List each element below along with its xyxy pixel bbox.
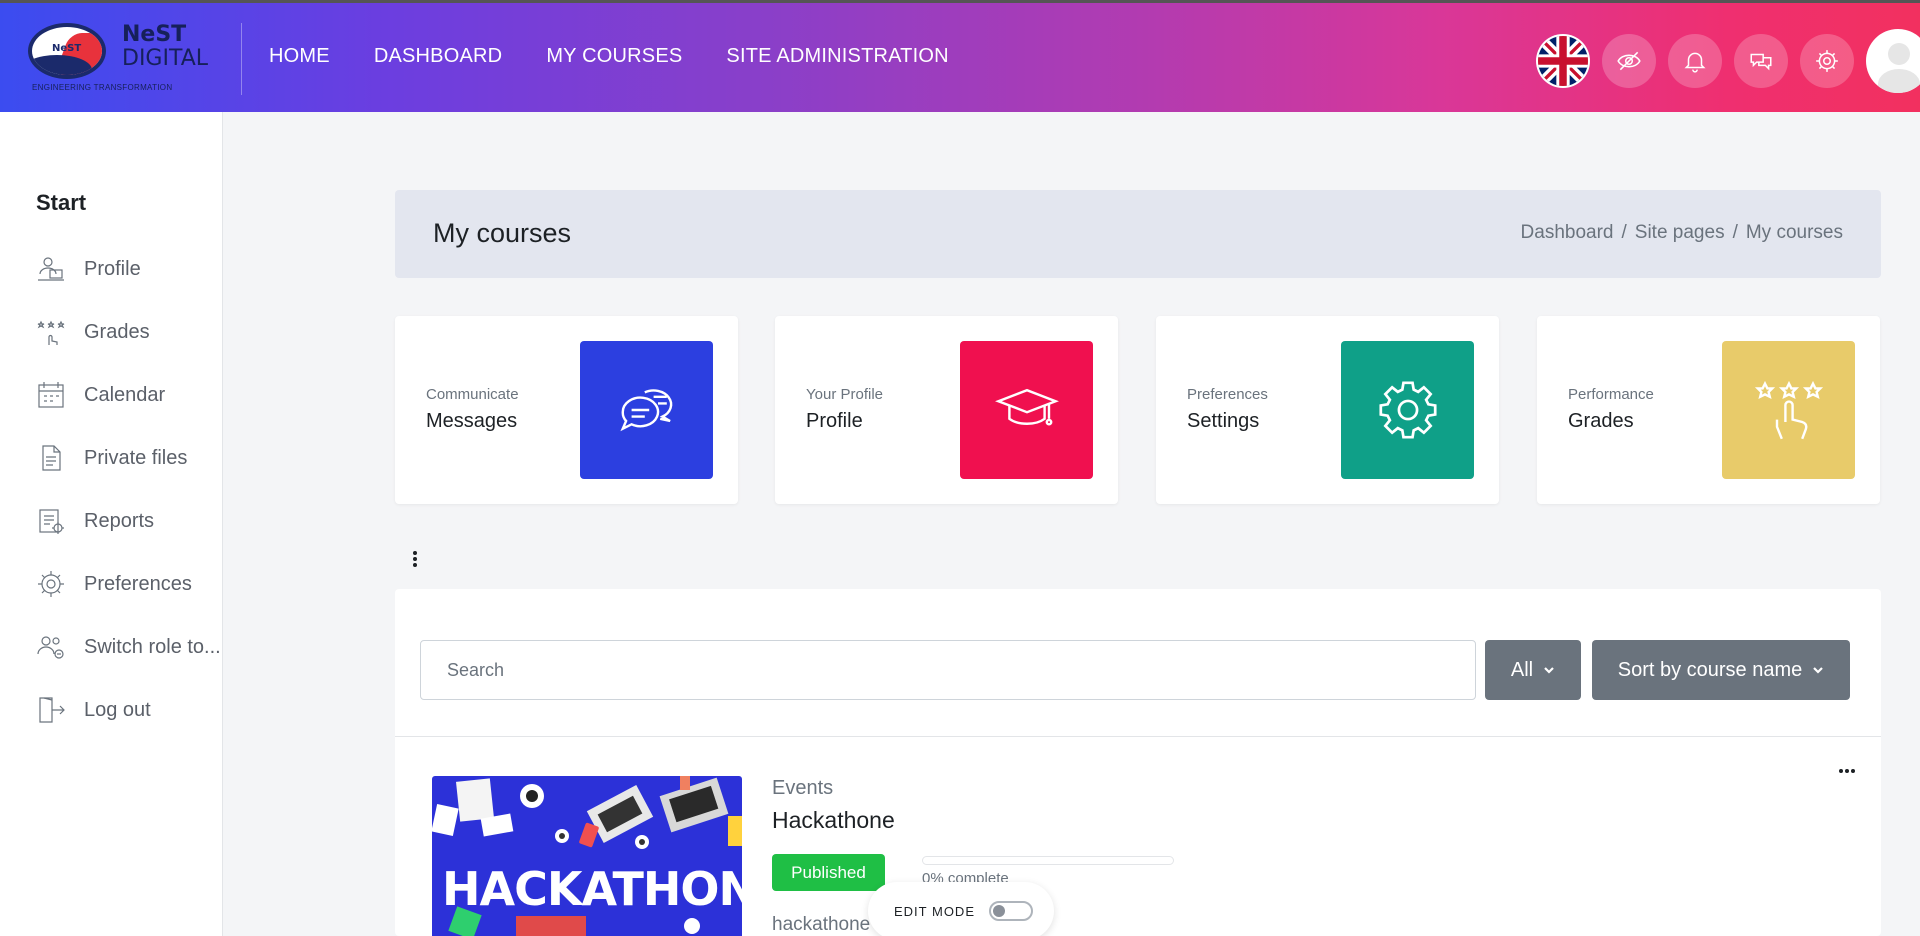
graduation-cap-icon xyxy=(960,341,1093,479)
sidebar: Start Profile Grades Calendar Private fi… xyxy=(0,112,223,936)
chevron-down-icon xyxy=(1813,667,1824,674)
tile-settings[interactable]: Preferences Settings xyxy=(1156,316,1499,504)
nav-dashboard[interactable]: DASHBOARD xyxy=(374,45,503,68)
tile-title: Settings xyxy=(1187,410,1260,432)
grouping-filter-dropdown[interactable]: All xyxy=(1485,640,1581,700)
logo-wordmark: NeST DIGITAL xyxy=(122,22,209,71)
logo-tagline: ENGINEERING TRANSFORMATION xyxy=(32,83,173,92)
gear-icon xyxy=(1341,341,1474,479)
course-progress-bar xyxy=(922,856,1174,865)
primary-nav: HOME DASHBOARD MY COURSES SITE ADMINISTR… xyxy=(269,45,949,68)
tile-title: Profile xyxy=(806,410,863,432)
nav-my-courses[interactable]: MY COURSES xyxy=(546,45,682,68)
breadcrumb-site-pages[interactable]: Site pages xyxy=(1635,222,1725,243)
profile-icon xyxy=(38,257,64,281)
sidebar-item-calendar[interactable]: Calendar xyxy=(36,378,226,412)
chevron-down-icon xyxy=(1544,667,1554,674)
user-avatar[interactable] xyxy=(1866,29,1920,93)
header-divider xyxy=(241,23,242,95)
page-header: My courses Dashboard / Site pages / My cours… xyxy=(395,190,1881,278)
nav-site-administration[interactable]: SITE ADMINISTRATION xyxy=(726,45,948,68)
top-navbar: NeST NeST DIGITAL ENGINEERING TRANSFORMA… xyxy=(0,0,1920,112)
course-image-title: HACKATHON xyxy=(442,862,742,916)
edit-mode-label: EDIT MODE xyxy=(894,903,975,919)
tile-subtitle: Performance xyxy=(1568,386,1654,403)
logout-icon xyxy=(39,697,65,723)
course-image[interactable]: HACKATHON xyxy=(432,776,742,936)
sidebar-item-reports[interactable]: Reports xyxy=(36,504,226,538)
status-badge: Published xyxy=(772,854,885,891)
block-actions-menu-icon[interactable] xyxy=(413,551,417,569)
sidebar-item-switch-role[interactable]: Switch role to... xyxy=(36,630,226,664)
gear-icon xyxy=(38,571,64,597)
sidebar-title: Start xyxy=(36,190,87,215)
reports-icon xyxy=(39,509,64,534)
course-short-name: hackathone xyxy=(772,914,871,935)
tile-title: Grades xyxy=(1568,410,1634,432)
sidebar-item-profile[interactable]: Profile xyxy=(36,252,226,286)
sort-dropdown[interactable]: Sort by course name xyxy=(1592,640,1850,700)
breadcrumb-current: My courses xyxy=(1745,222,1843,243)
tile-subtitle: Your Profile xyxy=(806,386,883,403)
sidebar-item-private-files[interactable]: Private files xyxy=(36,441,226,475)
edit-mode-toggle[interactable] xyxy=(989,901,1033,921)
chat-bubbles-icon xyxy=(580,341,713,479)
breadcrumb-dashboard[interactable]: Dashboard xyxy=(1521,222,1614,243)
language-uk-flag-icon[interactable] xyxy=(1536,34,1590,88)
site-logo[interactable]: NeST NeST DIGITAL ENGINEERING TRANSFORMA… xyxy=(28,21,208,95)
logo-emblem: NeST xyxy=(28,23,106,79)
header-actions xyxy=(1524,29,1920,93)
tile-grades[interactable]: Performance Grades xyxy=(1537,316,1880,504)
grades-icon xyxy=(37,320,65,345)
tile-subtitle: Preferences xyxy=(1187,386,1268,403)
grades-icon xyxy=(1722,341,1855,479)
bell-icon[interactable] xyxy=(1668,34,1722,88)
calendar-icon xyxy=(38,382,64,408)
tile-profile[interactable]: Your Profile Profile xyxy=(775,316,1118,504)
tile-messages[interactable]: Communicate Messages xyxy=(395,316,738,504)
sidebar-item-grades[interactable]: Grades xyxy=(36,315,226,349)
course-name-link[interactable]: Hackathone xyxy=(772,807,895,834)
page-title: My courses xyxy=(433,218,572,248)
file-icon xyxy=(42,445,61,471)
course-category: Events xyxy=(772,777,834,799)
eye-slash-icon[interactable] xyxy=(1602,34,1656,88)
sidebar-item-log-out[interactable]: Log out xyxy=(36,693,226,727)
tile-title: Messages xyxy=(426,410,518,432)
sidebar-item-preferences[interactable]: Preferences xyxy=(36,567,226,601)
course-search-input[interactable] xyxy=(420,640,1476,700)
nav-home[interactable]: HOME xyxy=(269,45,330,68)
tile-subtitle: Communicate xyxy=(426,386,519,403)
gear-icon[interactable] xyxy=(1800,34,1854,88)
chat-icon[interactable] xyxy=(1734,34,1788,88)
switch-role-icon xyxy=(37,636,64,659)
panel-divider xyxy=(395,736,1881,737)
edit-mode-switch: EDIT MODE xyxy=(868,882,1054,936)
course-overview-panel: All Sort by course name HACKATHON Event xyxy=(395,589,1881,936)
breadcrumb: Dashboard / Site pages / My courses xyxy=(1520,222,1843,243)
course-actions-menu-icon[interactable] xyxy=(1839,769,1855,773)
